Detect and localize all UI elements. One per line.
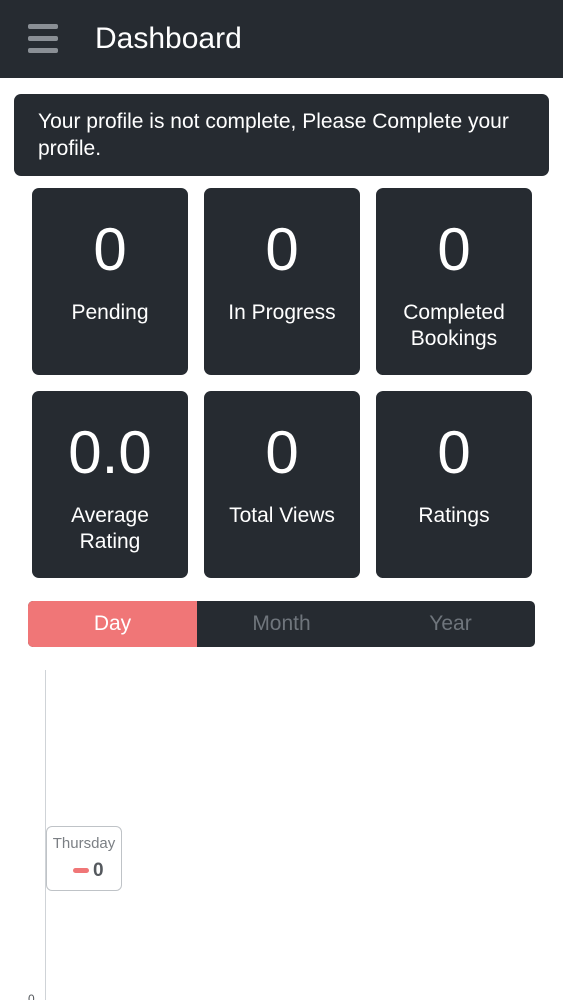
page-title: Dashboard — [95, 22, 242, 55]
stat-value: 0.0 — [68, 419, 152, 486]
stat-value: 0 — [437, 419, 471, 486]
stat-label: Ratings — [418, 504, 490, 527]
stat-tile-completed-bookings[interactable]: 0 Completed Bookings — [376, 188, 532, 375]
chart-tooltip: Thursday 0 — [46, 826, 122, 891]
stat-value: 0 — [265, 419, 299, 486]
hamburger-menu-icon[interactable] — [26, 22, 60, 56]
stat-tile-average-rating[interactable]: 0.0 Average Rating — [32, 391, 188, 578]
stat-tile-ratings[interactable]: 0 Ratings — [376, 391, 532, 578]
tooltip-category: Thursday — [52, 835, 116, 852]
tooltip-value: 0 — [93, 860, 104, 881]
stat-value: 0 — [437, 216, 471, 283]
stat-label: Pending — [71, 301, 149, 324]
stat-value: 0 — [265, 216, 299, 283]
tab-year[interactable]: Year — [366, 601, 535, 647]
stat-tile-in-progress[interactable]: 0 In Progress — [204, 188, 360, 375]
tab-day[interactable]: Day — [28, 601, 197, 647]
range-selector: Day Month Year — [28, 601, 535, 647]
stat-label: Total Views — [229, 504, 335, 527]
stat-tile-pending[interactable]: 0 Pending — [32, 188, 188, 375]
y-tick-label: 0 — [28, 992, 35, 1000]
profile-incomplete-banner[interactable]: Your profile is not complete, Please Com… — [14, 94, 549, 176]
series-swatch — [73, 868, 89, 873]
tab-month[interactable]: Month — [197, 601, 366, 647]
stat-label: Completed Bookings — [403, 301, 505, 350]
stat-label: Average Rating — [71, 504, 149, 553]
app-bar: Dashboard — [0, 0, 563, 78]
banner-text: Your profile is not complete, Please Com… — [38, 110, 509, 160]
stat-value: 0 — [93, 216, 127, 283]
stat-label: In Progress — [228, 301, 336, 324]
stat-tile-total-views[interactable]: 0 Total Views — [204, 391, 360, 578]
